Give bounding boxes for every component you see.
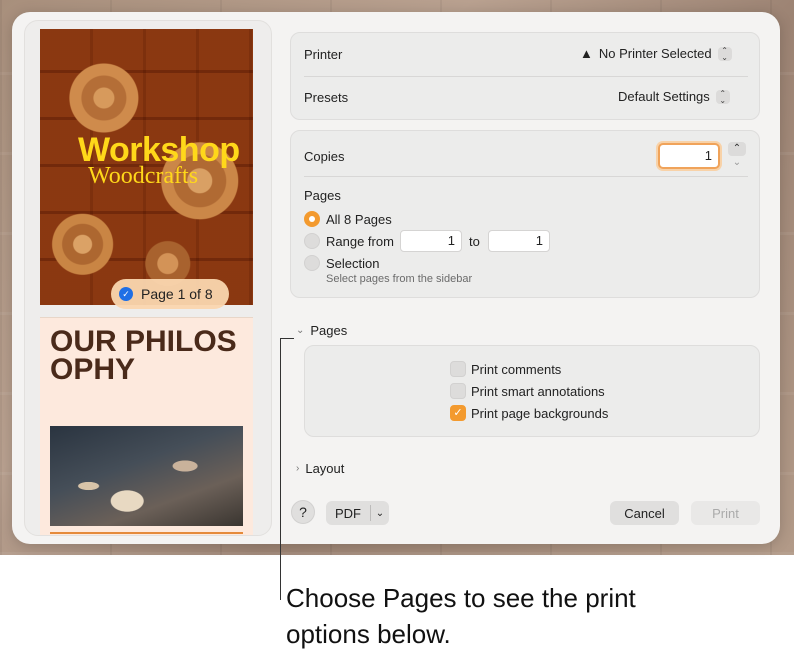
radio-selection[interactable] (304, 255, 320, 271)
radio-range-label: Range from (326, 234, 394, 249)
chevron-down-icon: ⌄ (375, 507, 385, 519)
divider (304, 76, 748, 77)
divider (304, 176, 748, 177)
presets-value: Default Settings (618, 89, 710, 104)
printer-value: No Printer Selected (598, 46, 712, 61)
range-from-input[interactable]: 1 (400, 230, 462, 252)
range-to-input[interactable]: 1 (488, 230, 550, 252)
callout-line-tick (280, 338, 294, 339)
pages-label: Pages (304, 188, 341, 203)
radio-selection-label: Selection (326, 256, 380, 271)
checkbox-print-comments-label: Print comments (471, 362, 562, 377)
checkbox-print-smart-annotations-label: Print smart annotations (471, 384, 605, 399)
radio-all-pages[interactable] (304, 211, 320, 227)
presets-label: Presets (304, 90, 349, 105)
page-badge-label: Page 1 of 8 (141, 286, 213, 302)
printer-select[interactable]: ▲ No Printer Selected ⌃ ⌄ (580, 46, 732, 61)
checkbox-print-comments[interactable] (450, 361, 466, 377)
chevron-down-icon[interactable]: ⌄ (728, 156, 746, 170)
pdf-menu-button[interactable]: PDF ⌄ (326, 501, 389, 525)
copies-stepper[interactable]: ⌃ ⌄ (728, 142, 746, 170)
pages-disclosure[interactable]: ⌄ Pages (296, 323, 347, 338)
copies-input[interactable]: 1 (658, 143, 720, 169)
workshop-photo (50, 426, 243, 526)
checkbox-print-page-backgrounds[interactable]: ✓ (450, 405, 466, 421)
pages-disclosure-label: Pages (310, 323, 348, 338)
page-thumbnail-1[interactable]: Workshop Woodcrafts (40, 29, 253, 305)
checkbox-print-smart-annotations[interactable] (450, 383, 466, 399)
callout-line (280, 338, 281, 600)
print-button[interactable]: Print (691, 501, 760, 525)
help-button[interactable]: ? (291, 500, 315, 524)
philosophy-heading: OUR PHILOSOPHY (50, 325, 237, 386)
callout-text: Choose Pages to see the print options be… (286, 583, 636, 649)
copies-label: Copies (304, 149, 345, 164)
radio-range[interactable] (304, 233, 320, 249)
page-select-badge[interactable]: ✓ Page 1 of 8 (111, 279, 229, 309)
page-thumbnail-sidebar[interactable]: Workshop Woodcrafts ✓ Page 1 of 8 OUR PH… (24, 20, 272, 536)
brand-subtitle: Woodcrafts (88, 163, 199, 189)
pdf-label: PDF (335, 505, 361, 521)
chevron-down-icon: ⌄ (296, 325, 305, 336)
accent-rule (50, 532, 243, 534)
presets-select[interactable]: Default Settings ⌃ ⌄ (618, 89, 730, 104)
checkbox-print-page-backgrounds-label: Print page backgrounds (471, 406, 609, 421)
updown-chevron-icon: ⌃ ⌄ (715, 89, 730, 104)
layout-disclosure[interactable]: › Layout (296, 461, 344, 476)
chevron-right-icon: › (296, 463, 300, 474)
cancel-button[interactable]: Cancel (610, 501, 679, 525)
radio-all-pages-label: All 8 Pages (326, 212, 392, 227)
warning-triangle-icon: ▲ (580, 46, 593, 61)
chevron-up-icon[interactable]: ⌃ (728, 142, 746, 156)
layout-disclosure-label: Layout (305, 461, 345, 476)
range-to-label: to (469, 234, 480, 249)
updown-chevron-icon: ⌃ ⌄ (717, 46, 732, 61)
printer-label: Printer (304, 47, 343, 62)
checkmark-icon: ✓ (119, 287, 133, 301)
page-thumbnail-2[interactable]: OUR PHILOSOPHY (40, 317, 253, 535)
selection-hint: Select pages from the sidebar (326, 273, 473, 285)
